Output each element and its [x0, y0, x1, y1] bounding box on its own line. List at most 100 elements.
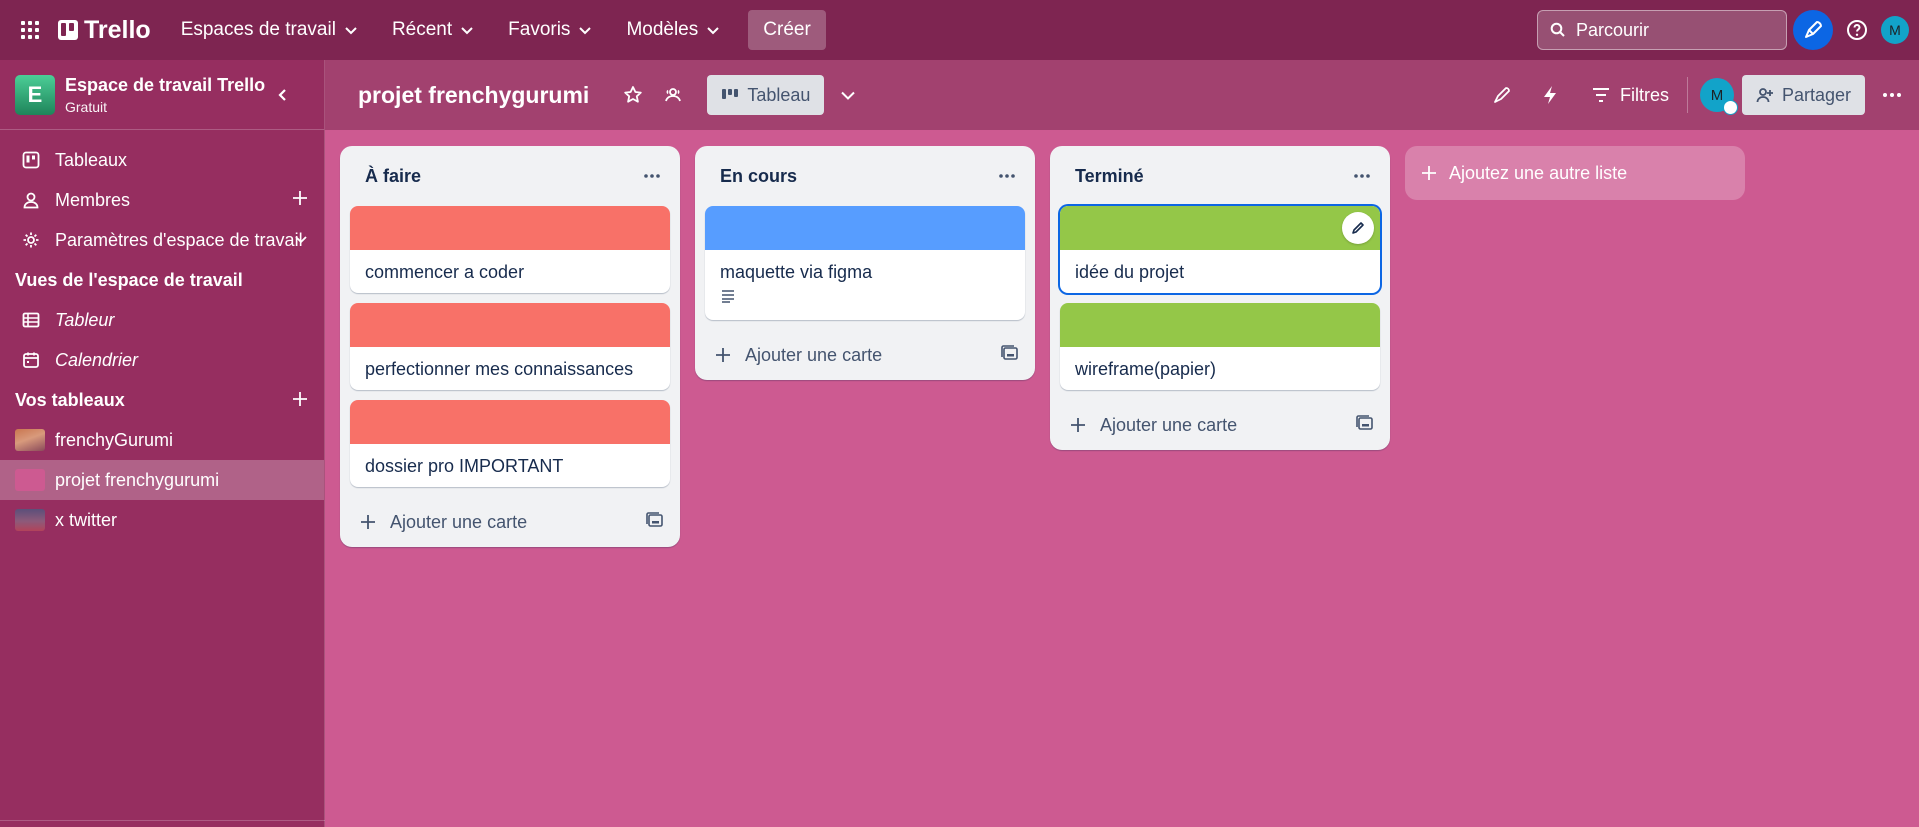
nav-recent[interactable]: Récent — [380, 10, 486, 50]
board-thumbnail — [15, 469, 45, 491]
nav-templates-label: Modèles — [626, 19, 699, 40]
sidebar-board-x-twitter[interactable]: x twitter — [0, 500, 324, 540]
card[interactable]: idée du projet — [1060, 206, 1380, 293]
sidebar-item-workspace-settings[interactable]: Paramètres d'espace de travail — [0, 220, 324, 260]
sidebar-item-label: Calendrier — [55, 349, 139, 370]
sidebar-item-members[interactable]: Membres — [0, 180, 324, 220]
create-button[interactable]: Créer — [748, 10, 826, 50]
chevron-down-icon[interactable] — [294, 230, 308, 251]
sidebar-item-calendar-view[interactable]: Calendrier — [0, 340, 324, 380]
board-member-avatar[interactable]: M — [1699, 78, 1738, 115]
create-from-template-icon[interactable] — [646, 511, 664, 533]
list-a-faire: À faire commencer a coder perfectionner … — [340, 146, 680, 547]
notifications-rocket-button[interactable] — [1793, 10, 1833, 50]
create-from-template-icon[interactable] — [1001, 344, 1019, 366]
add-card-button[interactable]: Ajouter une carte — [360, 512, 527, 533]
workspace-header: E Espace de travail Trello Gratuit — [0, 60, 324, 130]
list-title[interactable]: À faire — [365, 166, 421, 187]
visibility-button[interactable] — [657, 79, 689, 111]
plus-icon — [361, 515, 375, 529]
member-initial: M — [1710, 86, 1724, 104]
nav-templates[interactable]: Modèles — [614, 10, 732, 50]
sidebar-board-label: x twitter — [55, 509, 118, 530]
create-from-template-icon[interactable] — [1356, 414, 1374, 436]
sidebar-board-projet-frenchygurumi[interactable]: projet frenchygurumi — [0, 460, 324, 500]
your-boards-heading: Vos tableaux — [0, 380, 324, 420]
collapse-sidebar-button[interactable] — [268, 80, 298, 110]
sidebar-item-label: Tableaux — [55, 149, 128, 170]
nav-right: M — [1537, 0, 1919, 60]
list-header: En cours — [695, 146, 1035, 206]
card[interactable]: dossier pro IMPORTANT — [350, 400, 670, 487]
pencil-icon — [1352, 222, 1364, 234]
help-button[interactable] — [1841, 10, 1873, 50]
workspace-views-heading: Vues de l'espace de travail — [15, 269, 243, 290]
add-card-button[interactable]: Ajouter une carte — [1070, 415, 1237, 436]
list-menu-icon[interactable] — [1348, 162, 1376, 190]
header-divider — [1686, 77, 1688, 113]
brand-name: Trello — [84, 15, 151, 44]
plus-icon — [1422, 166, 1436, 180]
list-menu-icon[interactable] — [638, 162, 666, 190]
nav-favorites[interactable]: Favoris — [496, 10, 604, 50]
card-cover — [705, 206, 1025, 250]
add-card-button[interactable]: Ajouter une carte — [715, 345, 882, 366]
add-board-plus-icon[interactable] — [290, 389, 310, 414]
card[interactable]: maquette via figma — [705, 206, 1025, 320]
board-thumbnail — [15, 509, 45, 531]
nav-workspaces[interactable]: Espaces de travail — [169, 10, 370, 50]
admin-badge-icon — [1722, 100, 1738, 115]
user-avatar[interactable]: M — [1881, 16, 1909, 44]
sidebar-item-boards[interactable]: Tableaux — [0, 140, 324, 180]
star-icon — [624, 86, 643, 103]
board-title[interactable]: projet frenchygurumi — [358, 82, 589, 109]
nav-recent-label: Récent — [391, 19, 453, 40]
share-label: Partager — [1781, 84, 1851, 105]
add-list-button[interactable]: Ajoutez une autre liste — [1405, 146, 1745, 200]
more-horizontal-icon — [1883, 93, 1901, 97]
nav-workspaces-label: Espaces de travail — [180, 19, 336, 40]
chevron-down-icon — [707, 27, 719, 35]
views-dropdown-button[interactable] — [832, 79, 864, 111]
add-card-row: Ajouter une carte — [1050, 400, 1390, 450]
automation-button[interactable] — [1534, 79, 1566, 111]
add-card-label: Ajouter une carte — [1100, 414, 1238, 435]
list-title[interactable]: Terminé — [1075, 166, 1144, 187]
rocket-icon — [1494, 87, 1510, 103]
sidebar-board-frenchygurumi[interactable]: frenchyGurumi — [0, 420, 324, 460]
workspace-visibility-icon — [665, 88, 682, 102]
filters-button[interactable]: Filtres — [1580, 85, 1681, 106]
app-switcher-icon[interactable] — [0, 0, 60, 60]
person-icon — [22, 191, 42, 209]
card[interactable]: commencer a coder — [350, 206, 670, 293]
board-menu-button[interactable] — [1877, 75, 1907, 115]
lightning-icon — [1543, 86, 1556, 104]
power-ups-button[interactable] — [1486, 79, 1518, 111]
chevron-down-icon — [461, 27, 473, 35]
workspace-name[interactable]: Espace de travail Trello — [65, 75, 265, 96]
add-member-plus-icon[interactable] — [290, 188, 310, 213]
share-button[interactable]: Partager — [1741, 75, 1865, 115]
description-icon — [705, 289, 1025, 320]
edit-card-button[interactable] — [1342, 212, 1374, 244]
card[interactable]: perfectionner mes connaissances — [350, 303, 670, 390]
search-input[interactable] — [1576, 19, 1766, 41]
trello-logo[interactable]: Trello — [58, 16, 151, 45]
board-view-button[interactable]: Tableau — [707, 75, 825, 115]
sidebar-board-label: projet frenchygurumi — [55, 469, 220, 490]
workspace-avatar[interactable]: E — [15, 74, 55, 115]
board-icon — [22, 151, 42, 169]
chevron-down-icon — [579, 27, 592, 35]
card[interactable]: wireframe(papier) — [1060, 303, 1380, 390]
search-box[interactable] — [1537, 10, 1787, 50]
card-cover — [350, 303, 670, 347]
list-menu-icon[interactable] — [993, 162, 1021, 190]
list-header: Terminé — [1050, 146, 1390, 206]
nav-favorites-label: Favoris — [508, 19, 571, 40]
sidebar-divider — [0, 820, 325, 821]
list-title[interactable]: En cours — [720, 166, 797, 187]
star-board-button[interactable] — [617, 79, 649, 111]
sidebar-item-table-view[interactable]: Tableur — [0, 300, 324, 340]
board-thumbnail — [15, 429, 45, 451]
plus-icon — [1071, 418, 1085, 432]
